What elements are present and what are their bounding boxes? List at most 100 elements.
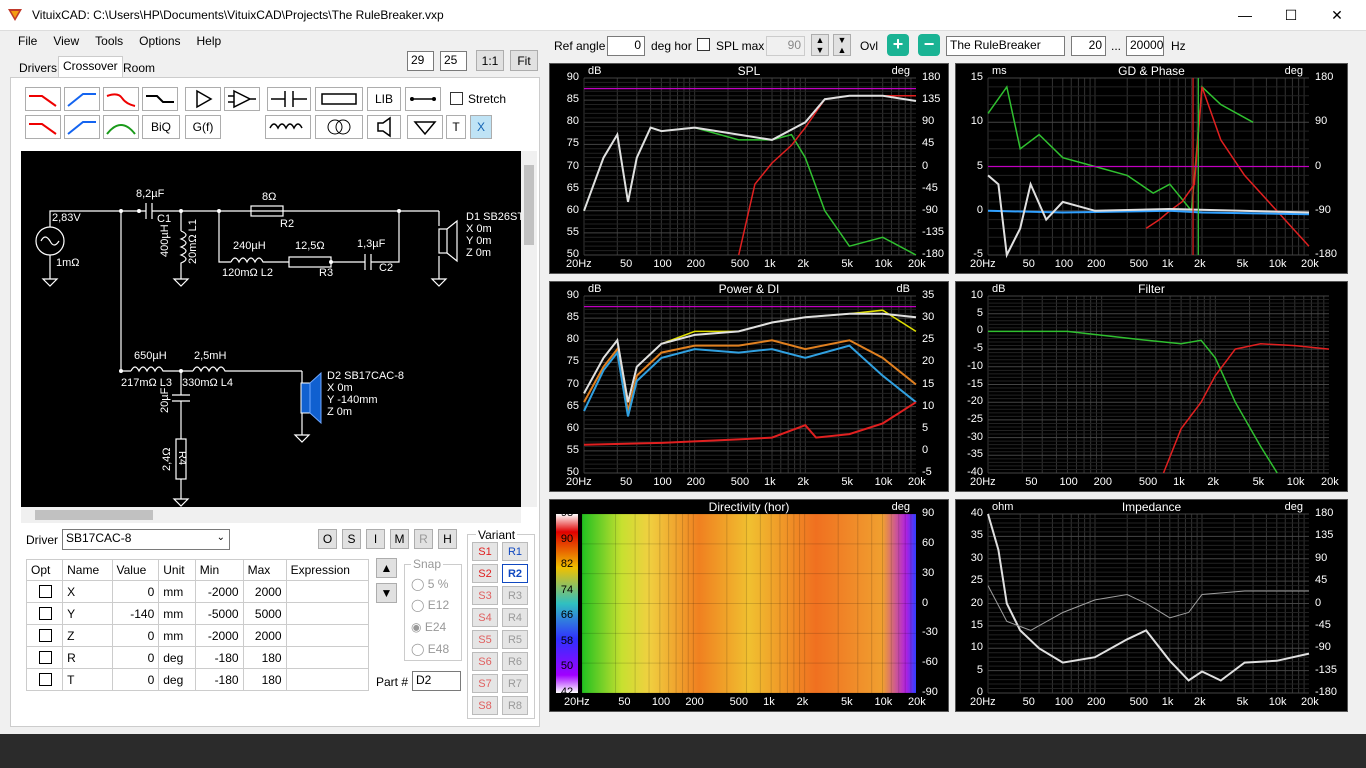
opt-checkbox[interactable] (39, 651, 52, 664)
grid-width-input[interactable]: 29 (407, 51, 434, 71)
driver-select[interactable]: SB17CAC-8 ⌄ (62, 529, 230, 550)
maximize-button[interactable]: ☐ (1268, 0, 1314, 30)
shelf-tool[interactable] (142, 87, 178, 111)
table-row[interactable]: Z 0 mm -2000 2000 (25, 624, 370, 647)
cell-value[interactable]: 0 (111, 580, 160, 603)
variant-s4-button[interactable]: S4 (472, 608, 498, 627)
table-row[interactable]: X 0 mm -2000 2000 (25, 580, 370, 603)
tab-crossover[interactable]: Crossover (58, 56, 123, 78)
cell-max[interactable]: 2000 (242, 580, 287, 603)
driver-tool[interactable] (367, 115, 401, 139)
tab-room[interactable]: Room (119, 59, 159, 77)
schematic-vscrollbar[interactable] (521, 151, 537, 507)
variant-r2-button[interactable]: R2 (502, 564, 528, 583)
project-name-input[interactable]: The RuleBreaker (946, 36, 1065, 56)
variant-r5-button[interactable]: R5 (502, 630, 528, 649)
cell-min[interactable]: -2000 (194, 580, 244, 603)
opt-checkbox[interactable] (39, 629, 52, 642)
transfer-function-button[interactable]: G(f) (185, 115, 221, 139)
cell-expression[interactable] (285, 668, 370, 691)
variant-r7-button[interactable]: R7 (502, 674, 528, 693)
driver-o-button[interactable]: O (318, 529, 337, 549)
lowpass-soft-tool[interactable] (103, 87, 139, 111)
variant-s7-button[interactable]: S7 (472, 674, 498, 693)
variant-s1-button[interactable]: S1 (472, 542, 498, 561)
table-row[interactable]: Y -140 mm -5000 5000 (25, 602, 370, 625)
cell-max[interactable]: 180 (242, 646, 287, 669)
driver-i-button[interactable]: I (366, 529, 385, 549)
cell-value[interactable]: 0 (111, 624, 160, 647)
opt-checkbox[interactable] (39, 607, 52, 620)
spl-max-checkbox[interactable] (697, 38, 710, 51)
variant-s8-button[interactable]: S8 (472, 696, 498, 715)
cell-value[interactable]: 0 (111, 646, 160, 669)
stretch-checkbox[interactable] (450, 92, 463, 105)
resistor-tool[interactable] (315, 87, 363, 111)
cell-expression[interactable] (285, 624, 370, 647)
capacitor-tool[interactable] (267, 87, 311, 111)
freq-from-input[interactable]: 20 (1071, 36, 1106, 56)
cell-value[interactable]: 0 (111, 668, 160, 691)
menu-tools[interactable]: Tools (87, 34, 131, 52)
move-down-button[interactable]: ▼ (376, 583, 397, 603)
menu-options[interactable]: Options (131, 34, 188, 52)
cell-max[interactable]: 2000 (242, 624, 287, 647)
zoom-1-1-button[interactable]: 1:1 (476, 50, 504, 71)
cell-min[interactable]: -2000 (194, 624, 244, 647)
driver-r-button[interactable]: R (414, 529, 433, 549)
spin-reset-button[interactable]: ▼ ▲ (833, 34, 851, 56)
variant-s2-button[interactable]: S2 (472, 564, 498, 583)
menu-help[interactable]: Help (189, 34, 230, 52)
spin-updown-button[interactable]: ▲ ▼ (811, 34, 829, 56)
lowpass-tool[interactable] (25, 87, 61, 111)
tab-drivers[interactable]: Drivers (15, 59, 61, 77)
cell-min[interactable]: -5000 (194, 602, 244, 625)
driver-h-button[interactable]: H (438, 529, 457, 549)
imp-graph[interactable]: Impedance ohm deg 40 35 30 25 20 15 10 5 0 180 135 90 4… (955, 499, 1348, 712)
snap-option-e48[interactable]: ◯ E48 (411, 642, 449, 656)
cell-value[interactable]: -140 (111, 602, 160, 625)
close-button[interactable]: ✕ (1314, 0, 1360, 30)
opamp-tool[interactable] (224, 87, 260, 111)
variant-r4-button[interactable]: R4 (502, 608, 528, 627)
highpass-tool[interactable] (64, 87, 100, 111)
schematic-canvas[interactable]: 2,83V 1mΩ 8,2µF C1 400µH 20mΩ L1 8Ω R2 2… (21, 151, 524, 507)
opt-checkbox[interactable] (39, 673, 52, 686)
buffer-tool[interactable] (185, 87, 221, 111)
cell-max[interactable]: 5000 (242, 602, 287, 625)
move-up-button[interactable]: ▲ (376, 558, 397, 578)
biquad-button[interactable]: BiQ (142, 115, 180, 139)
variant-r8-button[interactable]: R8 (502, 696, 528, 715)
table-row[interactable]: R 0 deg -180 180 (25, 646, 370, 669)
text-tool-button[interactable]: T (446, 115, 466, 139)
snap-option-e24[interactable]: ◉ E24 (411, 620, 446, 634)
filter-graph[interactable]: Filter dB 10 5 0 -5 -10 -15 -20 -25 -30 -35 -40 20Hz 5… (955, 281, 1348, 492)
wire-tool[interactable] (405, 87, 441, 111)
lowpass2-tool[interactable] (25, 115, 61, 139)
grid-height-input[interactable]: 25 (440, 51, 467, 71)
cell-expression[interactable] (285, 646, 370, 669)
variant-r3-button[interactable]: R3 (502, 586, 528, 605)
transformer-tool[interactable] (315, 115, 363, 139)
driver-m-button[interactable]: M (390, 529, 409, 549)
remove-overlay-button[interactable]: − (918, 34, 940, 56)
opt-checkbox[interactable] (39, 585, 52, 598)
ground-tool[interactable] (407, 115, 443, 139)
highpass2-tool[interactable] (64, 115, 100, 139)
menu-view[interactable]: View (45, 34, 87, 52)
variant-s5-button[interactable]: S5 (472, 630, 498, 649)
cell-min[interactable]: -180 (194, 668, 244, 691)
variant-r6-button[interactable]: R6 (502, 652, 528, 671)
spl-graph[interactable]: SPL dB deg 90 85 80 75 70 65 60 55 50 180 135 90 45 0 -45… (549, 63, 949, 274)
cell-max[interactable]: 180 (242, 668, 287, 691)
add-overlay-button[interactable]: + (887, 34, 909, 56)
cell-expression[interactable] (285, 580, 370, 603)
snap-option-5pct[interactable]: ◯ 5 % (411, 577, 448, 591)
dir-graph[interactable]: Directivity (hor) deg 98 90 82 74 66 58 50 42 90 60… (549, 499, 949, 712)
delete-tool-button[interactable]: X (470, 115, 492, 139)
driver-s-button[interactable]: S (342, 529, 361, 549)
spl-max-input[interactable]: 90 (766, 36, 805, 56)
bandpass-tool[interactable] (103, 115, 139, 139)
part-number-input[interactable]: D2 (412, 671, 461, 691)
gd-graph[interactable]: GD & Phase ms deg 15 10 5 0 -5 180 90 0 -90 -180 20Hz… (955, 63, 1348, 274)
